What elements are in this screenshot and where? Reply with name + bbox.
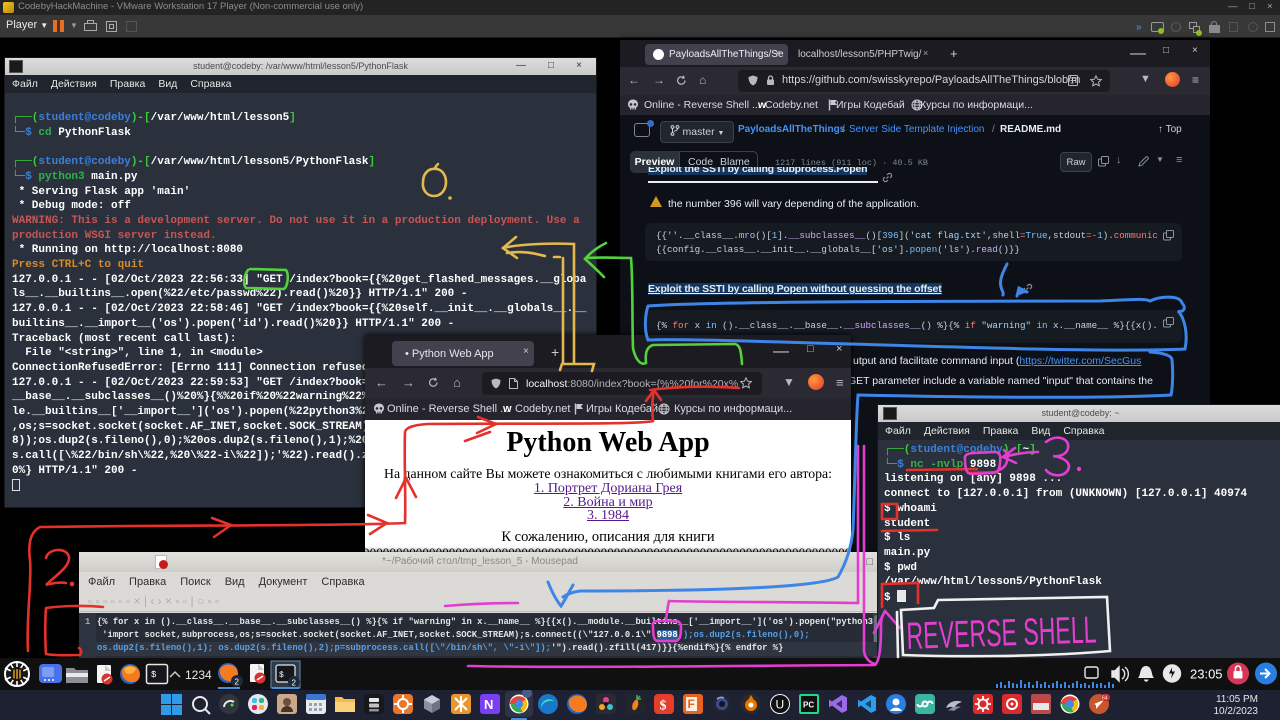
svg-text:REVERSE SHELL: REVERSE SHELL <box>906 609 1097 658</box>
